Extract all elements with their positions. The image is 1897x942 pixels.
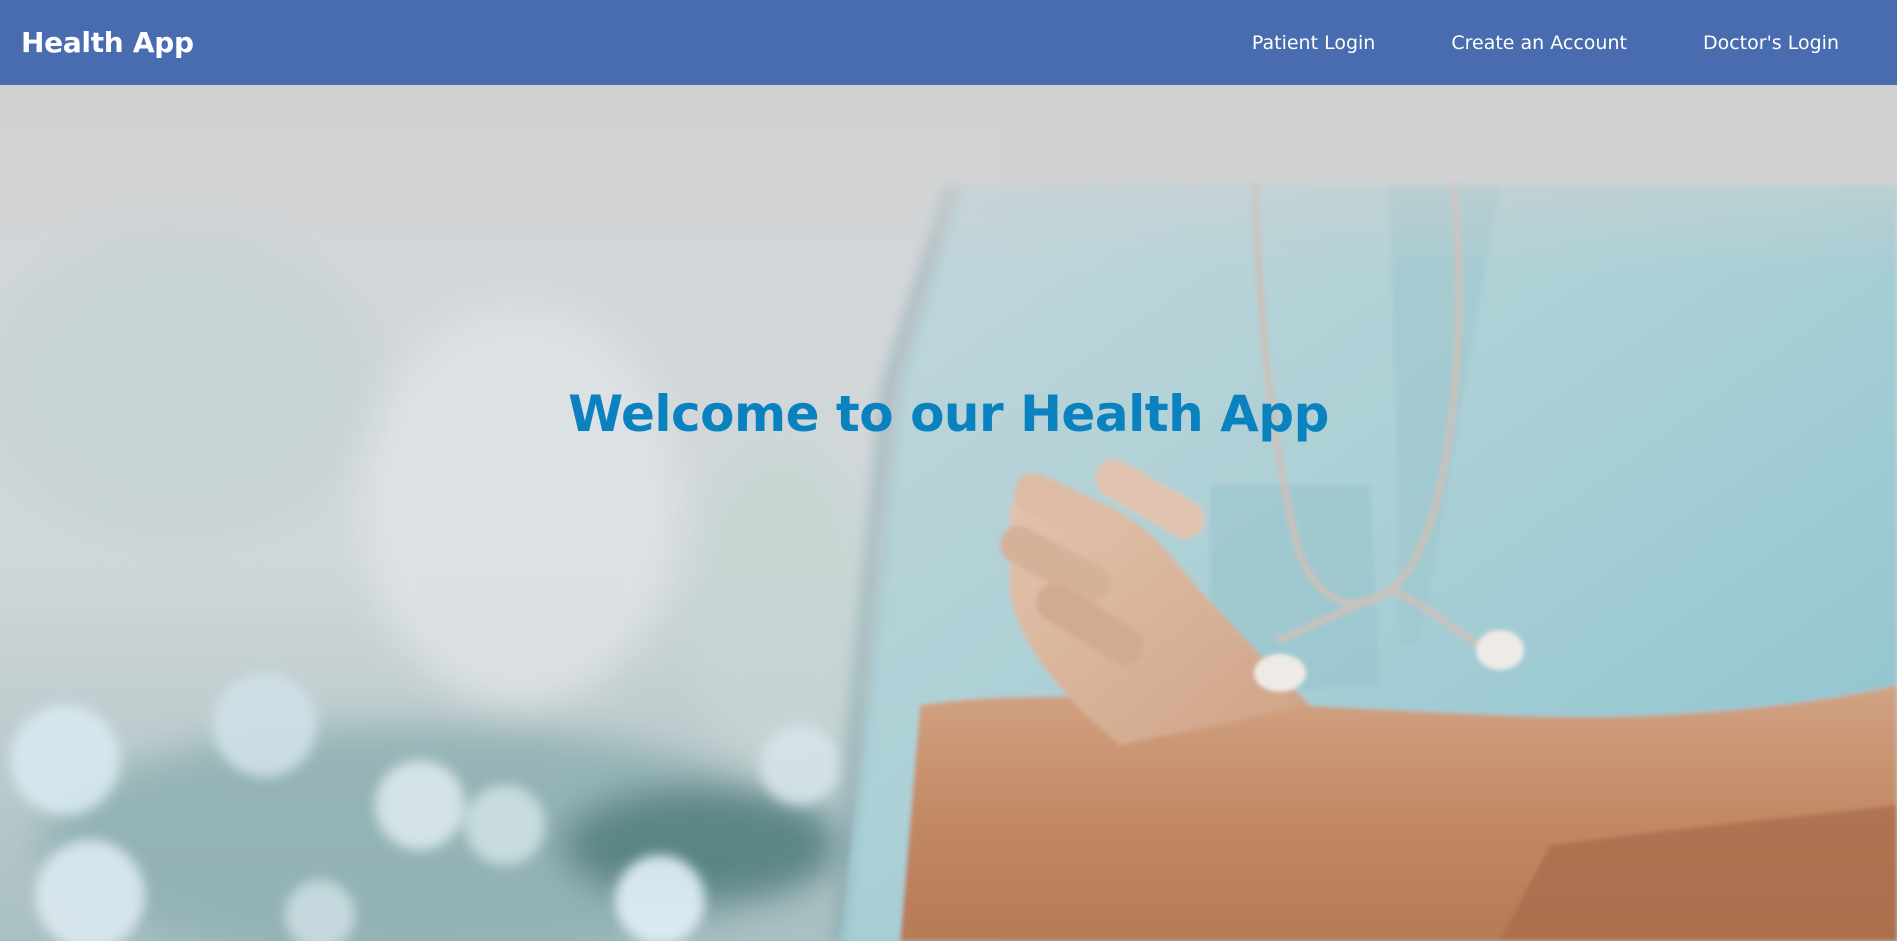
hero-title: Welcome to our Health App [568, 385, 1329, 443]
hero-background-image [0, 85, 1897, 941]
top-navbar: Health App Patient Login Create an Accou… [0, 0, 1897, 85]
hero-section: Welcome to our Health App [0, 85, 1897, 941]
brand-logo[interactable]: Health App [21, 0, 194, 85]
nav-doctor-login-link[interactable]: Doctor's Login [1703, 32, 1839, 54]
nav-links: Patient Login Create an Account Doctor's… [1252, 0, 1839, 85]
nav-create-account-link[interactable]: Create an Account [1451, 32, 1627, 54]
nav-patient-login-link[interactable]: Patient Login [1252, 32, 1375, 54]
